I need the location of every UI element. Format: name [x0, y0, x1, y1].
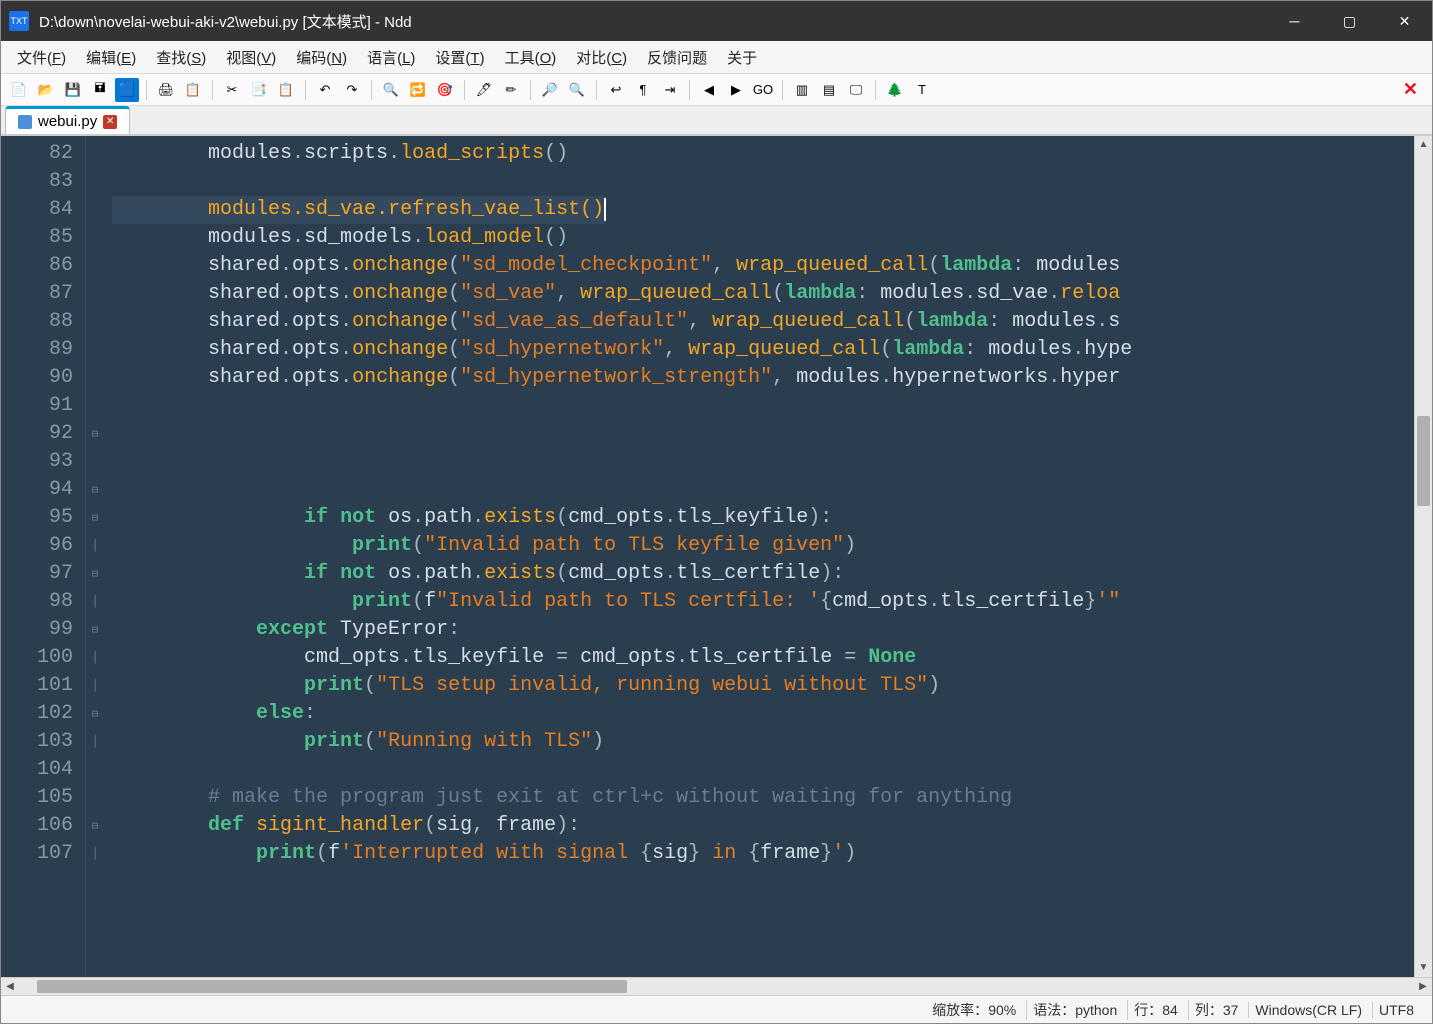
- status-line: 行：84: [1127, 1000, 1184, 1020]
- statusbar: 缩放率：90% 语法：python 行：84 列：37 Windows(CR L…: [1, 995, 1432, 1023]
- scroll-right-icon[interactable]: ▶: [1414, 978, 1432, 995]
- vertical-scrollbar[interactable]: ▲ ▼: [1414, 136, 1432, 977]
- scroll-left-icon[interactable]: ◀: [1, 978, 19, 995]
- close-button[interactable]: ✕: [1377, 1, 1432, 41]
- marker1-icon[interactable]: 🖊: [472, 78, 496, 102]
- status-col: 列：37: [1188, 1000, 1245, 1020]
- new-file-icon[interactable]: 📄: [7, 78, 31, 102]
- save-all-icon[interactable]: 🖬: [88, 78, 112, 102]
- hscroll-thumb[interactable]: [37, 980, 627, 993]
- split-h-icon[interactable]: ▥: [790, 78, 814, 102]
- menu-工具[interactable]: 工具(O): [495, 43, 567, 72]
- scroll-down-icon[interactable]: ▼: [1415, 959, 1432, 977]
- nav-next-icon[interactable]: ▶: [724, 78, 748, 102]
- nav-prev-icon[interactable]: ◀: [697, 78, 721, 102]
- tabbar: webui.py ✕: [1, 106, 1432, 136]
- menubar: 文件(F)编辑(E)查找(S)视图(V)编码(N)语言(L)设置(T)工具(O)…: [1, 41, 1432, 74]
- go-icon[interactable]: GO: [751, 78, 775, 102]
- cut-icon[interactable]: ✂: [220, 78, 244, 102]
- redo-icon[interactable]: ↷: [340, 78, 364, 102]
- window-title: D:\down\novelai-webui-aki-v2\webui.py [文…: [39, 11, 412, 32]
- tree-icon[interactable]: 🌲: [883, 78, 907, 102]
- maximize-button[interactable]: ▢: [1322, 1, 1377, 41]
- print-preview-icon[interactable]: 📋: [181, 78, 205, 102]
- indent-icon[interactable]: ⇥: [658, 78, 682, 102]
- paste-icon[interactable]: 📋: [274, 78, 298, 102]
- monitor-icon[interactable]: 🖵: [844, 78, 868, 102]
- zoom-in-icon[interactable]: 🔎: [538, 78, 562, 102]
- menu-对比[interactable]: 对比(C): [566, 43, 637, 72]
- copy-icon[interactable]: 📑: [247, 78, 271, 102]
- vscroll-thumb[interactable]: [1417, 416, 1430, 506]
- menu-关于[interactable]: 关于: [717, 43, 767, 72]
- toolbar: 📄📂💾🖬🟦🖨📋✂📑📋↶↷🔍🔁🎯🖊✏🔎🔍↩¶⇥◀▶GO▥▤🖵🌲T✕: [1, 74, 1432, 106]
- tab-label: webui.py: [38, 113, 97, 130]
- code-view[interactable]: modules.scripts.load_scripts() modules.s…: [104, 136, 1414, 977]
- close-icon[interactable]: 🟦: [115, 78, 139, 102]
- split-v-icon[interactable]: ▤: [817, 78, 841, 102]
- status-encoding: UTF8: [1372, 1002, 1420, 1018]
- print-icon[interactable]: 🖨: [154, 78, 178, 102]
- menu-查找[interactable]: 查找(S): [146, 43, 216, 72]
- menu-设置[interactable]: 设置(T): [425, 43, 494, 72]
- tab-webui[interactable]: webui.py ✕: [5, 106, 130, 134]
- menu-文件[interactable]: 文件(F): [7, 43, 76, 72]
- titlebar: TXT D:\down\novelai-webui-aki-v2\webui.p…: [1, 1, 1432, 41]
- menu-视图[interactable]: 视图(V): [216, 43, 286, 72]
- para-icon[interactable]: ¶: [631, 78, 655, 102]
- horizontal-scrollbar[interactable]: ◀ ▶: [1, 977, 1432, 995]
- menu-反馈问题[interactable]: 反馈问题: [637, 43, 717, 72]
- wrap-icon[interactable]: ↩: [604, 78, 628, 102]
- zoom-out-icon[interactable]: 🔍: [565, 78, 589, 102]
- replace-icon[interactable]: 🔁: [406, 78, 430, 102]
- marker2-icon[interactable]: ✏: [499, 78, 523, 102]
- undo-icon[interactable]: ↶: [313, 78, 337, 102]
- status-lineend: Windows(CR LF): [1248, 1002, 1368, 1018]
- menu-语言[interactable]: 语言(L): [357, 43, 425, 72]
- find-icon[interactable]: 🔍: [379, 78, 403, 102]
- editor-area: 8283848586878889909192939495969798991001…: [1, 136, 1432, 977]
- scroll-up-icon[interactable]: ▲: [1415, 136, 1432, 154]
- tab-close-icon[interactable]: ✕: [103, 115, 117, 129]
- menu-编码[interactable]: 编码(N): [286, 43, 357, 72]
- menu-编辑[interactable]: 编辑(E): [76, 43, 146, 72]
- file-icon: [18, 115, 32, 129]
- status-zoom: 缩放率：90%: [926, 1000, 1022, 1020]
- status-syntax: 语法：python: [1026, 1000, 1123, 1020]
- goto-icon[interactable]: 🎯: [433, 78, 457, 102]
- text-icon[interactable]: T: [910, 78, 934, 102]
- app-icon: TXT: [9, 11, 29, 31]
- toolbar-close-icon[interactable]: ✕: [1395, 79, 1426, 100]
- line-number-gutter: 8283848586878889909192939495969798991001…: [1, 136, 86, 977]
- minimize-button[interactable]: ─: [1267, 1, 1322, 41]
- fold-column[interactable]: ⊟⊟⊟│⊟│⊟││⊟│⊟│: [86, 136, 104, 977]
- save-icon[interactable]: 💾: [61, 78, 85, 102]
- open-file-icon[interactable]: 📂: [34, 78, 58, 102]
